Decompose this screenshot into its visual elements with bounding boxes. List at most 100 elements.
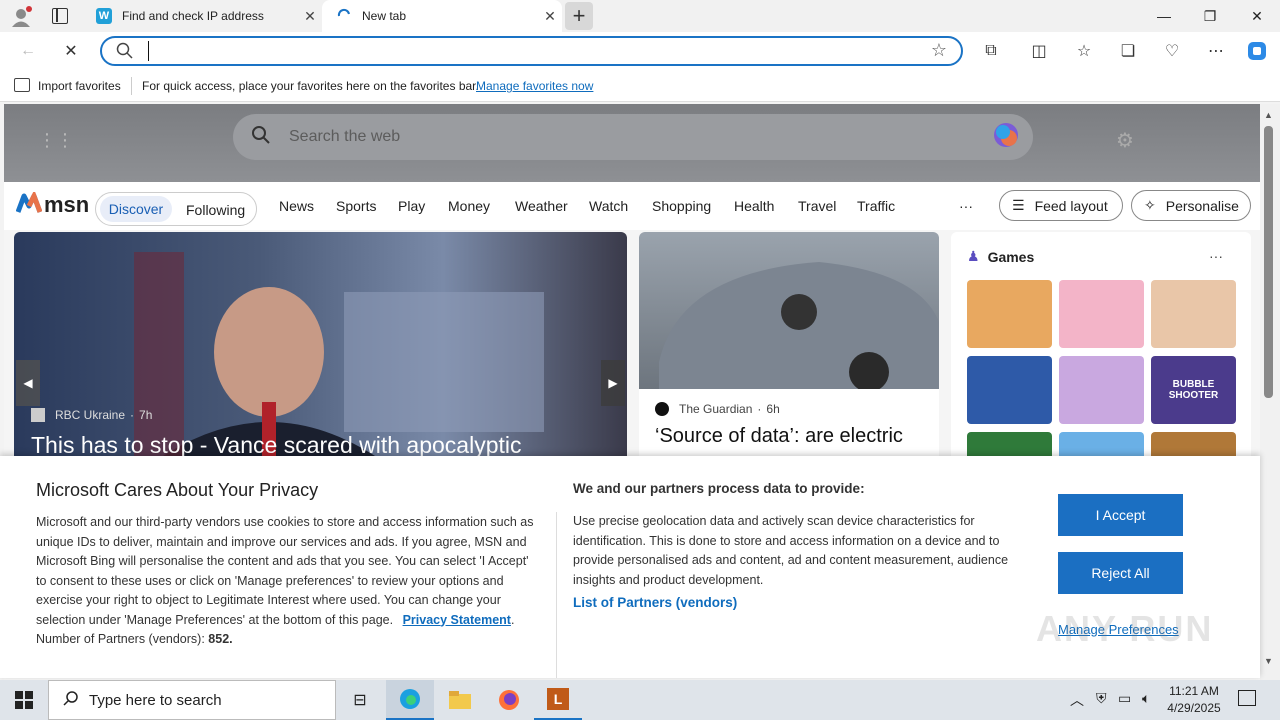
- tab-new-tab[interactable]: New tab ✕: [322, 0, 562, 32]
- tab-find-ip[interactable]: W Find and check IP address ✕: [84, 0, 322, 32]
- stop-loading-button[interactable]: ✕: [58, 39, 84, 63]
- hero-headline[interactable]: This has to stop - Vance scared with apo…: [31, 432, 521, 459]
- hero-age: 7h: [139, 408, 153, 422]
- privacy-body-text: Microsoft and our third-party vendors us…: [36, 515, 534, 627]
- edge-taskbar-icon[interactable]: [386, 680, 434, 720]
- game-tile[interactable]: [1059, 280, 1144, 348]
- game-tile[interactable]: [1059, 356, 1144, 424]
- personalise-label: Personalise: [1165, 197, 1239, 214]
- split-screen-icon[interactable]: ◫: [1026, 39, 1052, 63]
- story-headline[interactable]: ‘Source of data’: are electric: [655, 425, 903, 448]
- nav-watch[interactable]: Watch: [589, 198, 628, 214]
- page-scrollbar[interactable]: ▲ ▼: [1260, 104, 1280, 680]
- nav-more-button[interactable]: ···: [959, 198, 973, 214]
- game-tile[interactable]: [967, 356, 1052, 424]
- tab-following[interactable]: Following: [186, 202, 245, 218]
- nav-play[interactable]: Play: [398, 198, 425, 214]
- address-input[interactable]: [148, 41, 908, 61]
- game-tile[interactable]: BUBBLE SHOOTER: [1151, 356, 1236, 424]
- address-bar[interactable]: ☆: [100, 36, 963, 66]
- reject-all-button[interactable]: Reject All: [1058, 552, 1183, 594]
- favorites-icon[interactable]: ☆: [1071, 39, 1097, 63]
- game-tile-label: BUBBLE SHOOTER: [1168, 379, 1219, 401]
- profile-icon[interactable]: [10, 6, 32, 28]
- network-icon[interactable]: ▭: [1118, 690, 1131, 707]
- apps-launcher-icon[interactable]: ⋮⋮: [38, 130, 74, 151]
- start-button[interactable]: [0, 680, 48, 720]
- clock-time: 11:21 AM: [1169, 684, 1219, 698]
- scroll-up-arrow-icon[interactable]: ▲: [1264, 110, 1273, 120]
- scroll-down-arrow-icon[interactable]: ▼: [1264, 656, 1273, 666]
- nav-news[interactable]: News: [279, 198, 314, 214]
- collections-icon[interactable]: ❏: [1115, 39, 1141, 63]
- hero-image: [14, 232, 627, 462]
- manage-favorites-link[interactable]: Manage favorites now: [476, 79, 593, 93]
- import-favorites-icon: [14, 78, 30, 92]
- import-favorites-button[interactable]: Import favorites: [38, 79, 121, 93]
- privacy-title: Microsoft Cares About Your Privacy: [36, 480, 319, 500]
- dot-separator: ·: [757, 402, 762, 416]
- extensions-icon[interactable]: ⧉: [978, 39, 1004, 63]
- security-tray-icon[interactable]: ⛨: [1096, 690, 1107, 707]
- nav-traffic[interactable]: Traffic: [857, 198, 895, 214]
- msn-logo[interactable]: msn: [16, 192, 89, 218]
- story-age: 6h: [766, 402, 780, 416]
- nav-travel[interactable]: Travel: [798, 198, 836, 214]
- dot-separator: ·: [130, 408, 135, 422]
- web-search-box[interactable]: Search the web: [233, 114, 1033, 160]
- task-view-icon[interactable]: ⊟: [336, 680, 384, 720]
- copilot-icon[interactable]: [991, 120, 1021, 155]
- taskbar-search-box[interactable]: Type here to search: [48, 680, 336, 720]
- clock-date: 4/29/2025: [1167, 701, 1221, 715]
- game-tile[interactable]: [1151, 280, 1236, 348]
- close-window-button[interactable]: ✕: [1234, 0, 1280, 32]
- tab-discover[interactable]: Discover: [100, 196, 172, 222]
- restore-button[interactable]: ❐: [1187, 0, 1233, 32]
- copilot-icon[interactable]: [1244, 39, 1270, 63]
- back-button[interactable]: ←: [15, 39, 41, 63]
- settings-icon[interactable]: ⚙: [1116, 128, 1134, 153]
- feed-layout-button[interactable]: ☰ Feed layout: [999, 190, 1123, 221]
- story-card[interactable]: The Guardian · 6h ‘Source of data’: are …: [639, 232, 939, 462]
- hero-source-row: RBC Ukraine · 7h: [31, 408, 152, 422]
- volume-icon[interactable]: 🔈︎: [1142, 690, 1150, 707]
- performance-icon[interactable]: ♡: [1159, 39, 1185, 63]
- privacy-consent-dialog: Microsoft Cares About Your Privacy Micro…: [0, 456, 1260, 678]
- scroll-thumb[interactable]: [1264, 126, 1273, 398]
- close-tab-icon[interactable]: ✕: [538, 8, 562, 25]
- nav-weather[interactable]: Weather: [515, 198, 568, 214]
- story-source-row: The Guardian · 6h: [655, 402, 780, 416]
- show-hidden-icons[interactable]: ︿: [1070, 690, 1084, 710]
- tab-actions-icon[interactable]: [52, 8, 68, 24]
- privacy-statement-link[interactable]: Privacy Statement: [403, 613, 511, 627]
- guardian-logo-icon: [655, 402, 669, 416]
- browser-toolbar: ← ✕ ☆ ⧉ ◫ ☆ ❏ ♡ ⋯: [0, 32, 1280, 70]
- loading-spinner-icon: [336, 8, 352, 24]
- close-tab-icon[interactable]: ✕: [298, 8, 322, 25]
- minimize-button[interactable]: —: [1141, 0, 1187, 32]
- nav-shopping[interactable]: Shopping: [652, 198, 711, 214]
- tab-title: New tab: [362, 9, 407, 23]
- firefox-icon[interactable]: [485, 680, 533, 720]
- app-l-icon[interactable]: L: [534, 680, 582, 720]
- game-tile[interactable]: [967, 280, 1052, 348]
- personalise-button[interactable]: ✧ Personalise: [1131, 190, 1251, 221]
- notifications-icon[interactable]: [1238, 690, 1256, 706]
- accept-button[interactable]: I Accept: [1058, 494, 1183, 536]
- file-explorer-icon[interactable]: [436, 680, 484, 720]
- search-icon: [63, 690, 79, 710]
- hero-story-card[interactable]: ◀ ▶ RBC Ukraine · 7h This has to stop - …: [14, 232, 627, 462]
- favorite-star-icon[interactable]: ☆: [931, 40, 947, 61]
- anyrun-watermark: ANY RUN: [1036, 608, 1214, 649]
- new-tab-button[interactable]: +: [565, 2, 593, 30]
- vendors-list-link[interactable]: List of Partners (vendors): [573, 595, 737, 610]
- clock[interactable]: 11:21 AM 4/29/2025: [1166, 683, 1222, 717]
- games-more-button[interactable]: ···: [1209, 248, 1223, 264]
- carousel-prev-button[interactable]: ◀: [16, 360, 40, 406]
- partners-label: Number of Partners (vendors):: [36, 632, 205, 646]
- nav-sports[interactable]: Sports: [336, 198, 376, 214]
- nav-money[interactable]: Money: [448, 198, 490, 214]
- more-menu-icon[interactable]: ⋯: [1203, 39, 1229, 63]
- carousel-next-button[interactable]: ▶: [601, 360, 625, 406]
- nav-health[interactable]: Health: [734, 198, 774, 214]
